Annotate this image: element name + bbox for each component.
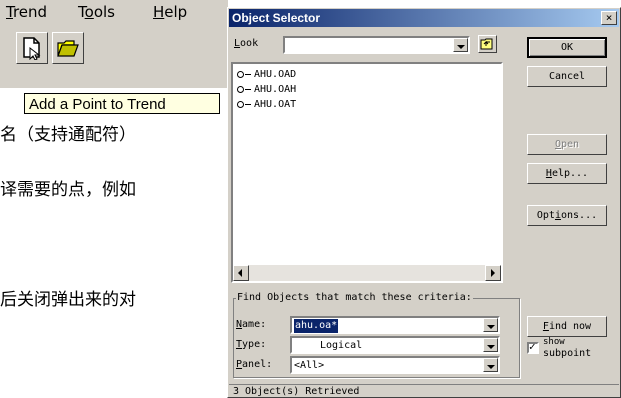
panel-combo[interactable]: <All>: [290, 356, 500, 374]
close-button[interactable]: ×: [601, 11, 617, 25]
toolbar: [0, 22, 228, 88]
name-combo[interactable]: ahu.oa*: [290, 316, 500, 334]
panel-label: Panel:: [236, 359, 273, 370]
dialog-title: Object Selector: [232, 11, 321, 25]
doc-text-line-2: 译需要的点，例如: [0, 180, 136, 200]
close-icon: ×: [605, 11, 613, 24]
options-button[interactable]: Options...: [527, 205, 607, 226]
find-now-button[interactable]: Find now: [527, 316, 607, 337]
name-value: ahu.oa*: [294, 319, 339, 333]
chevron-down-icon[interactable]: [483, 358, 498, 372]
look-label: Look: [234, 38, 259, 49]
panel-value: <All>: [294, 360, 325, 371]
type-label: Type:: [236, 339, 267, 350]
horizontal-scrollbar[interactable]: [233, 265, 501, 281]
menu-help[interactable]: Help: [153, 3, 187, 21]
open-button[interactable]: Open: [527, 134, 607, 155]
scroll-right-icon[interactable]: [485, 265, 501, 281]
add-point-button[interactable]: [16, 32, 48, 64]
status-bar: 3 Object(s) Retrieved: [229, 384, 619, 397]
new-document-icon: [23, 37, 41, 60]
name-label: Name:: [236, 319, 267, 330]
dialog-titlebar[interactable]: Object Selector ×: [229, 9, 619, 27]
type-value: Logical: [320, 340, 363, 351]
show-subpoint-checkbox[interactable]: ✓: [527, 340, 539, 354]
up-folder-icon: [480, 38, 493, 50]
chevron-down-icon[interactable]: [483, 318, 498, 332]
point-node-icon: [237, 70, 244, 78]
open-folder-icon: [57, 40, 79, 57]
point-node-icon: [237, 85, 244, 93]
help-button[interactable]: Help...: [527, 163, 607, 184]
menu-tools[interactable]: Tools: [78, 3, 115, 21]
type-combo[interactable]: Logical: [290, 336, 500, 354]
scroll-left-icon[interactable]: [233, 265, 249, 281]
look-combo[interactable]: [283, 36, 470, 54]
tooltip-add-point: Add a Point to Trend: [24, 93, 220, 114]
chevron-down-icon[interactable]: [483, 338, 498, 352]
doc-text-line-1: 名（支持通配符）: [0, 125, 136, 145]
criteria-title: Find Objects that match these criteria:: [236, 291, 473, 305]
list-item[interactable]: AHU.OAT: [237, 98, 296, 111]
point-node-icon: [237, 100, 244, 108]
show-label: show: [543, 337, 565, 347]
ok-button[interactable]: OK: [527, 37, 607, 58]
doc-text-line-3: 后关闭弹出来的对: [0, 290, 136, 310]
up-folder-button[interactable]: [478, 35, 497, 53]
menu-bar: Trend Tools Help: [0, 0, 228, 23]
checkmark-icon: ✓: [529, 340, 536, 353]
cancel-button[interactable]: Cancel: [527, 66, 607, 87]
object-list[interactable]: AHU.OAD AHU.OAH AHU.OAT: [231, 62, 503, 283]
object-selector-dialog: Object Selector × Look AHU.OAD AHU.OAH A…: [227, 7, 621, 398]
subpoint-label: subpoint: [543, 348, 592, 359]
open-folder-button[interactable]: [52, 32, 84, 64]
background-app: Trend Tools Help Add a Point to Trend 名（…: [0, 0, 228, 398]
menu-trend[interactable]: Trend: [6, 3, 47, 21]
chevron-down-icon[interactable]: [453, 38, 468, 52]
list-item[interactable]: AHU.OAD: [237, 68, 296, 81]
list-item[interactable]: AHU.OAH: [237, 83, 296, 96]
